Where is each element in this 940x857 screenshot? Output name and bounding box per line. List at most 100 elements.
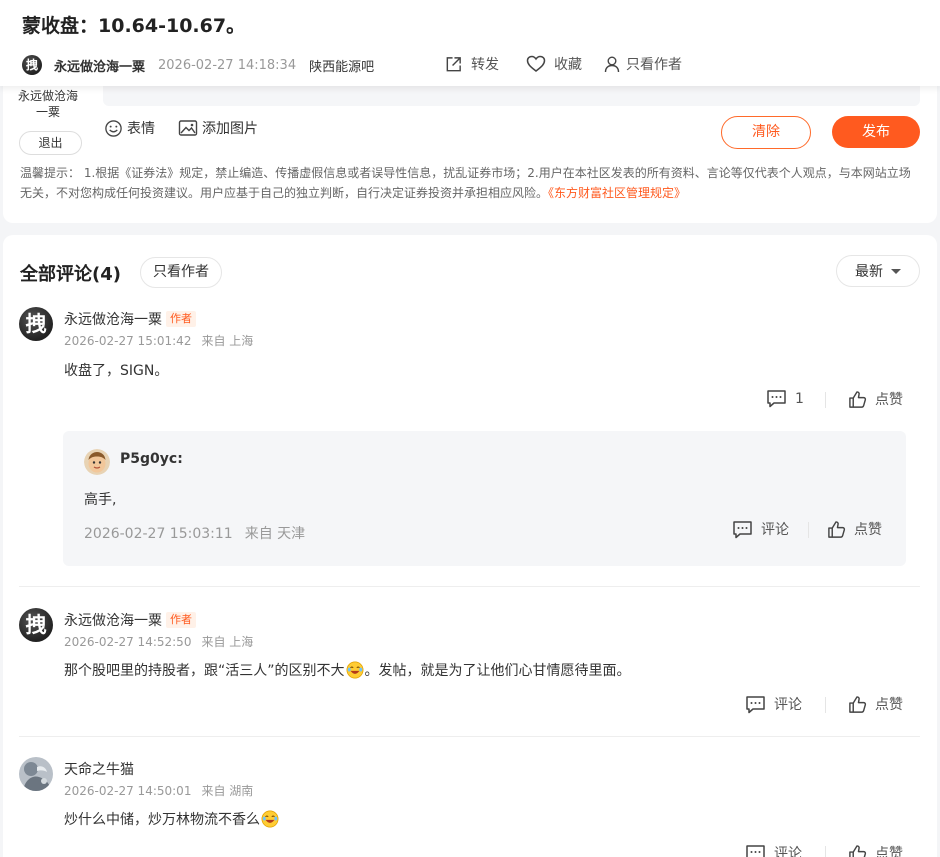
- notice-body: 温馨提示： 1.根据《证券法》规定，禁止编造、传播虚假信息或者误导性信息，扰乱证…: [20, 166, 911, 200]
- comments-only-author-button[interactable]: 只看作者: [140, 257, 222, 288]
- comment-meta: 2026-02-27 14:52:50 来自 上海: [64, 633, 253, 650]
- comment-text: 炒什么中储，炒万林物流不香么: [64, 809, 280, 829]
- image-icon: [178, 120, 198, 136]
- post-header: 蒙收盘：10.64-10.67。 拽 永远做沧海一粟 2026-02-27 14…: [0, 0, 940, 86]
- emoji-button[interactable]: 表情: [104, 118, 155, 138]
- compose-username: 永远做沧海一粟: [17, 89, 78, 119]
- add-image-label: 添加图片: [202, 121, 258, 137]
- like-label: 点赞: [875, 697, 903, 713]
- comments-card: 全部评论(4) 只看作者 最新 拽 永远做沧海一粟 作者 2026-02-27 …: [3, 235, 937, 857]
- action-separator: [808, 522, 809, 538]
- sort-label: 最新: [855, 264, 883, 280]
- caret-down-icon: [891, 268, 901, 274]
- like-label: 点赞: [854, 522, 882, 538]
- action-separator: [825, 846, 826, 857]
- thumbs-up-icon: [828, 520, 846, 538]
- user-icon: [604, 56, 620, 73]
- favorite-button[interactable]: 收藏: [526, 54, 582, 74]
- comment-label: 评论: [761, 522, 789, 538]
- comment-text: 收盘了，SIGN。: [64, 363, 169, 379]
- reply-comment-button[interactable]: 评论: [732, 519, 789, 539]
- comment-divider: [19, 586, 920, 587]
- comment-icon: [733, 520, 752, 538]
- only-author-toggle[interactable]: 只看作者: [603, 54, 682, 74]
- like-label: 点赞: [875, 846, 903, 857]
- reply-count: 1: [795, 390, 804, 407]
- comment-text-part: 那个股吧里的持股者，跟“活三人”的区别不大: [64, 663, 345, 679]
- comment-text: 那个股吧里的持股者，跟“活三人”的区别不大 。发帖，就是为了让他们心甘情愿待里面…: [64, 660, 631, 680]
- comment-location: 来自 上海: [201, 334, 254, 348]
- add-image-button[interactable]: 添加图片: [178, 118, 258, 138]
- only-author-label: 只看作者: [626, 57, 682, 73]
- like-button[interactable]: 点赞: [848, 694, 903, 714]
- reply-author[interactable]: P5g0yc:: [120, 451, 183, 467]
- community-rules-link[interactable]: 《东方财富社区管理规定》: [548, 186, 686, 200]
- comment-author[interactable]: 永远做沧海一粟: [64, 610, 162, 630]
- like-label: 点赞: [875, 392, 903, 408]
- thumbs-up-icon: [849, 695, 867, 713]
- comment-icon: [746, 844, 765, 857]
- comment-time: 2026-02-27 15:01:42: [64, 334, 192, 348]
- laughing-emoji-icon: [261, 810, 279, 828]
- clear-button[interactable]: 清除: [721, 116, 811, 149]
- comment-text-part: 炒什么中储，炒万林物流不香么: [64, 812, 260, 828]
- favorite-label: 收藏: [554, 57, 582, 73]
- comment-author-row: 永远做沧海一粟 作者: [64, 309, 196, 329]
- share-icon: [446, 56, 461, 71]
- action-separator: [825, 697, 826, 713]
- comment-button[interactable]: 评论: [745, 694, 802, 714]
- post-time: 2026-02-27 14:18:34: [158, 57, 297, 73]
- post-author[interactable]: 永远做沧海一粟: [54, 56, 145, 75]
- emoji-label: 表情: [127, 121, 155, 137]
- reply-meta: 2026-02-27 15:03:11 来自 天津: [84, 523, 305, 543]
- share-button[interactable]: 转发: [444, 54, 499, 74]
- comment-time: 2026-02-27 14:52:50: [64, 635, 192, 649]
- notice-text: 温馨提示： 1.根据《证券法》规定，禁止编造、传播虚假信息或者误导性信息，扰乱证…: [20, 163, 920, 203]
- like-button[interactable]: 点赞: [848, 843, 903, 857]
- post-bar-link[interactable]: 陕西能源吧: [309, 56, 374, 75]
- comment-divider: [19, 736, 920, 737]
- comment-location: 来自 湖南: [201, 784, 254, 798]
- publish-button[interactable]: 发布: [832, 116, 920, 148]
- comment-meta: 2026-02-27 15:01:42 来自 上海: [64, 332, 253, 349]
- thumbs-up-icon: [849, 844, 867, 857]
- comment-icon: [746, 695, 765, 713]
- author-badge: 作者: [166, 311, 196, 327]
- comment-author-row: 天命之牛猫: [64, 759, 134, 779]
- sort-dropdown[interactable]: 最新: [836, 255, 920, 287]
- reply-location: 来自 天津: [244, 526, 306, 542]
- post-title: 蒙收盘：10.64-10.67。: [22, 15, 246, 37]
- action-separator: [825, 392, 826, 408]
- author-badge: 作者: [166, 612, 196, 628]
- comment-meta: 2026-02-27 14:50:01 来自 湖南: [64, 782, 253, 799]
- heart-icon: [526, 55, 546, 72]
- like-button[interactable]: 点赞: [848, 389, 903, 409]
- comment-button[interactable]: 评论: [745, 843, 802, 857]
- comments-title: 全部评论(4): [20, 264, 121, 285]
- reply-time: 2026-02-27 15:03:11: [84, 526, 233, 542]
- comment-label: 评论: [774, 697, 802, 713]
- laughing-emoji-icon: [346, 661, 363, 679]
- reply-like-button[interactable]: 点赞: [827, 519, 882, 539]
- reply-text: 高手,: [84, 492, 117, 508]
- comment-author-row: 永远做沧海一粟 作者: [64, 610, 196, 630]
- comment-label: 评论: [774, 846, 802, 857]
- logout-button[interactable]: 退出: [19, 131, 82, 155]
- comment-text-part: 。发帖，就是为了让他们心甘情愿待里面。: [364, 663, 631, 679]
- comment-author[interactable]: 永远做沧海一粟: [64, 309, 162, 329]
- reply-avatar[interactable]: [84, 449, 110, 475]
- comment-icon: [767, 390, 786, 408]
- author-avatar[interactable]: 拽: [22, 55, 42, 75]
- comment-time: 2026-02-27 14:50:01: [64, 784, 192, 798]
- avatar[interactable]: [19, 757, 53, 791]
- post-meta: 拽 永远做沧海一粟 2026-02-27 14:18:34 陕西能源吧: [22, 54, 374, 76]
- comment-location: 来自 上海: [201, 635, 254, 649]
- avatar[interactable]: 拽: [19, 307, 53, 341]
- share-label: 转发: [471, 57, 499, 73]
- reply-count-button[interactable]: 1: [766, 389, 804, 408]
- thumbs-up-icon: [849, 390, 867, 408]
- smile-icon: [105, 119, 122, 137]
- reply-box: P5g0yc: 高手, 2026-02-27 15:03:11 来自 天津 评论 …: [63, 431, 906, 566]
- comment-author[interactable]: 天命之牛猫: [64, 759, 134, 779]
- avatar[interactable]: 拽: [19, 608, 53, 642]
